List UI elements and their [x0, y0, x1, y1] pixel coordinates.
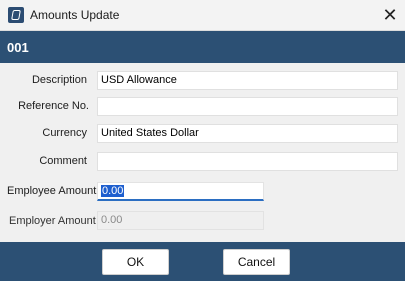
employer-amount-field: 0.00: [97, 211, 264, 230]
currency-label: Currency: [42, 127, 87, 139]
comment-field[interactable]: [97, 152, 398, 171]
record-id: 001: [7, 40, 29, 55]
amounts-form: Description USD Allowance Reference No. …: [0, 63, 405, 243]
window-title: Amounts Update: [30, 8, 120, 22]
employer-amount-label: Employer Amount: [9, 215, 96, 227]
employee-amount-field[interactable]: 0.00: [97, 182, 264, 201]
button-bar: OK Cancel: [0, 242, 405, 281]
employee-amount-label: Employee Amount: [7, 185, 97, 197]
reference-label: Reference No.: [18, 100, 89, 112]
currency-field[interactable]: United States Dollar: [97, 124, 398, 143]
employee-amount-value: 0.00: [101, 185, 125, 197]
record-header: 001: [0, 31, 405, 63]
description-label: Description: [31, 74, 87, 86]
comment-label: Comment: [39, 155, 87, 167]
description-field[interactable]: USD Allowance: [97, 71, 398, 90]
reference-field[interactable]: [97, 97, 398, 116]
close-button[interactable]: ✕: [375, 0, 405, 30]
ok-button[interactable]: OK: [102, 249, 169, 275]
title-bar: Amounts Update ✕: [0, 0, 405, 31]
close-icon: ✕: [382, 5, 398, 25]
app-icon: [8, 7, 24, 23]
cancel-button[interactable]: Cancel: [223, 249, 290, 275]
